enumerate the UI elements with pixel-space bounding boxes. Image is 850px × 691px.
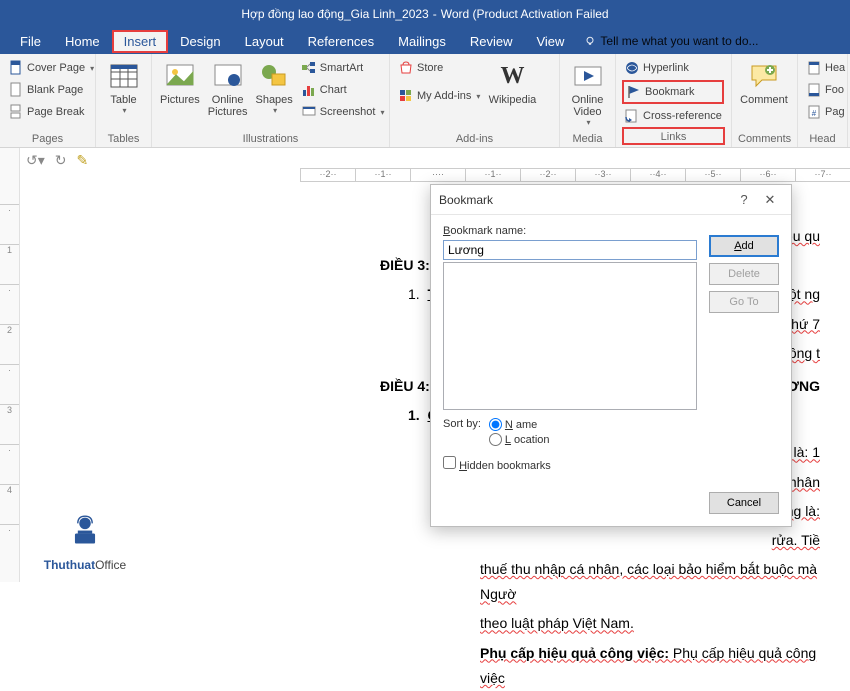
tell-me-label: Tell me what you want to do... (600, 34, 758, 48)
pagenum-icon: # (806, 104, 822, 120)
bookmark-name-input[interactable] (443, 240, 697, 260)
ruler-area: ↺▾ ↻ ✎ ··2····1········1····2····3····4·… (0, 148, 850, 184)
comment-icon (748, 60, 780, 92)
goto-button: Go To (709, 291, 779, 313)
smartart-icon (301, 60, 317, 76)
cancel-button[interactable]: Cancel (709, 492, 779, 514)
heading-dieu3: ĐIỀU 3: (380, 257, 430, 273)
title-bar: Hợp đồng lao động_Gia Linh_2023 - Word (… (0, 0, 850, 28)
group-label-media: Media (566, 131, 609, 145)
pictures-button[interactable]: Pictures (158, 58, 202, 108)
sortby-label: Sort by: (443, 418, 481, 430)
page-number-button[interactable]: #Pag (804, 102, 847, 122)
bookmark-button[interactable]: Bookmark (622, 80, 724, 104)
shapes-button[interactable]: Shapes (253, 58, 294, 117)
page-break-button[interactable]: Page Break (6, 102, 96, 122)
group-label-comments: Comments (738, 131, 791, 145)
online-picture-icon (212, 60, 244, 92)
tab-layout[interactable]: Layout (233, 30, 296, 53)
comment-button[interactable]: Comment (738, 58, 790, 108)
screenshot-icon (301, 104, 317, 120)
tab-view[interactable]: View (524, 30, 576, 53)
group-label-addins: Add-ins (396, 131, 553, 145)
table-icon (108, 60, 140, 92)
screenshot-button[interactable]: Screenshot (299, 102, 387, 122)
watermark-logo: ThuthuatOffice (30, 509, 140, 572)
chart-icon (301, 82, 317, 98)
group-label-links: Links (622, 127, 725, 145)
brush-icon[interactable]: ✎ (77, 152, 89, 169)
quick-access: ↺▾ ↻ ✎ (26, 152, 88, 169)
tell-me-search[interactable]: Tell me what you want to do... (584, 34, 758, 48)
svg-text:#: # (812, 109, 817, 118)
header-icon (806, 60, 822, 76)
store-icon (398, 60, 414, 76)
doc-text: rửa. Tiề (772, 532, 820, 548)
group-label-tables: Tables (102, 131, 145, 145)
tab-design[interactable]: Design (168, 30, 232, 53)
footer-button[interactable]: Foo (804, 80, 847, 100)
activation-status: (Product Activation Failed (473, 7, 609, 21)
blank-page-button[interactable]: Blank Page (6, 80, 96, 100)
wikipedia-icon: W (496, 60, 528, 92)
dialog-titlebar[interactable]: Bookmark ? ✕ (431, 185, 791, 215)
footer-icon (806, 82, 822, 98)
addins-icon (398, 88, 414, 104)
tab-insert[interactable]: Insert (112, 30, 169, 53)
group-label-head: Head (804, 131, 841, 145)
tab-review[interactable]: Review (458, 30, 525, 53)
tab-mailings[interactable]: Mailings (386, 30, 458, 53)
wikipedia-button[interactable]: WWikipedia (486, 58, 538, 108)
horizontal-ruler[interactable]: ··2····1········1····2····3····4····5···… (300, 168, 850, 182)
page-icon (8, 60, 24, 76)
undo-icon[interactable]: ↺▾ (26, 152, 45, 169)
vertical-ruler[interactable]: ·1· 2·3 ·4· (0, 184, 20, 582)
bookmark-dialog: Bookmark ? ✕ Bookmark name: Add Delete G… (430, 184, 792, 527)
close-button[interactable]: ✕ (757, 192, 783, 208)
hyperlink-button[interactable]: Hyperlink (622, 58, 724, 78)
tab-home[interactable]: Home (53, 30, 112, 53)
ribbon: Cover Page Blank Page Page Break Pages T… (0, 54, 850, 148)
tab-references[interactable]: References (296, 30, 386, 53)
cover-page-button[interactable]: Cover Page (6, 58, 96, 78)
group-label-illustrations: Illustrations (158, 131, 383, 145)
store-button[interactable]: Store (396, 58, 482, 78)
doc-text: theo luật pháp Việt Nam. (480, 615, 634, 631)
group-label-pages: Pages (6, 131, 89, 145)
doc-text: Phụ cấp hiệu quả công việc: (480, 645, 669, 661)
break-icon (8, 104, 24, 120)
doc-name: Hợp đồng lao động_Gia Linh_2023 (241, 7, 428, 21)
link-icon (624, 60, 640, 76)
myaddins-button[interactable]: My Add-ins (396, 86, 482, 106)
dialog-title: Bookmark (439, 193, 731, 207)
cross-reference-button[interactable]: Cross-reference (622, 106, 724, 126)
app-name: Word (441, 7, 469, 21)
bookmark-icon (626, 84, 642, 100)
watermark-text1: Thuthuat (44, 558, 95, 572)
delete-button: Delete (709, 263, 779, 285)
bookmark-list[interactable] (443, 262, 697, 410)
online-pictures-button[interactable]: Online Pictures (206, 58, 250, 120)
smartart-button[interactable]: SmartArt (299, 58, 387, 78)
sort-location-radio[interactable]: Location (489, 433, 550, 446)
chart-button[interactable]: Chart (299, 80, 387, 100)
shapes-icon (258, 60, 290, 92)
bulb-icon (584, 35, 596, 47)
add-button[interactable]: Add (709, 235, 779, 257)
crossref-icon (624, 108, 640, 124)
page-icon (8, 82, 24, 98)
online-video-button[interactable]: Online Video (566, 58, 609, 129)
picture-icon (164, 60, 196, 92)
heading-dieu4: ĐIỀU 4: (380, 378, 430, 394)
redo-icon[interactable]: ↻ (55, 152, 67, 169)
sort-name-radio[interactable]: Name (489, 418, 550, 431)
video-icon (572, 60, 604, 92)
header-button[interactable]: Hea (804, 58, 847, 78)
watermark-text2: Office (95, 558, 126, 572)
hidden-bookmarks-checkbox[interactable]: Hidden bookmarks (443, 456, 551, 472)
tab-file[interactable]: File (8, 30, 53, 53)
ribbon-tabs: File Home Insert Design Layout Reference… (0, 28, 850, 54)
help-button[interactable]: ? (731, 192, 757, 207)
table-button[interactable]: Table (102, 58, 145, 117)
